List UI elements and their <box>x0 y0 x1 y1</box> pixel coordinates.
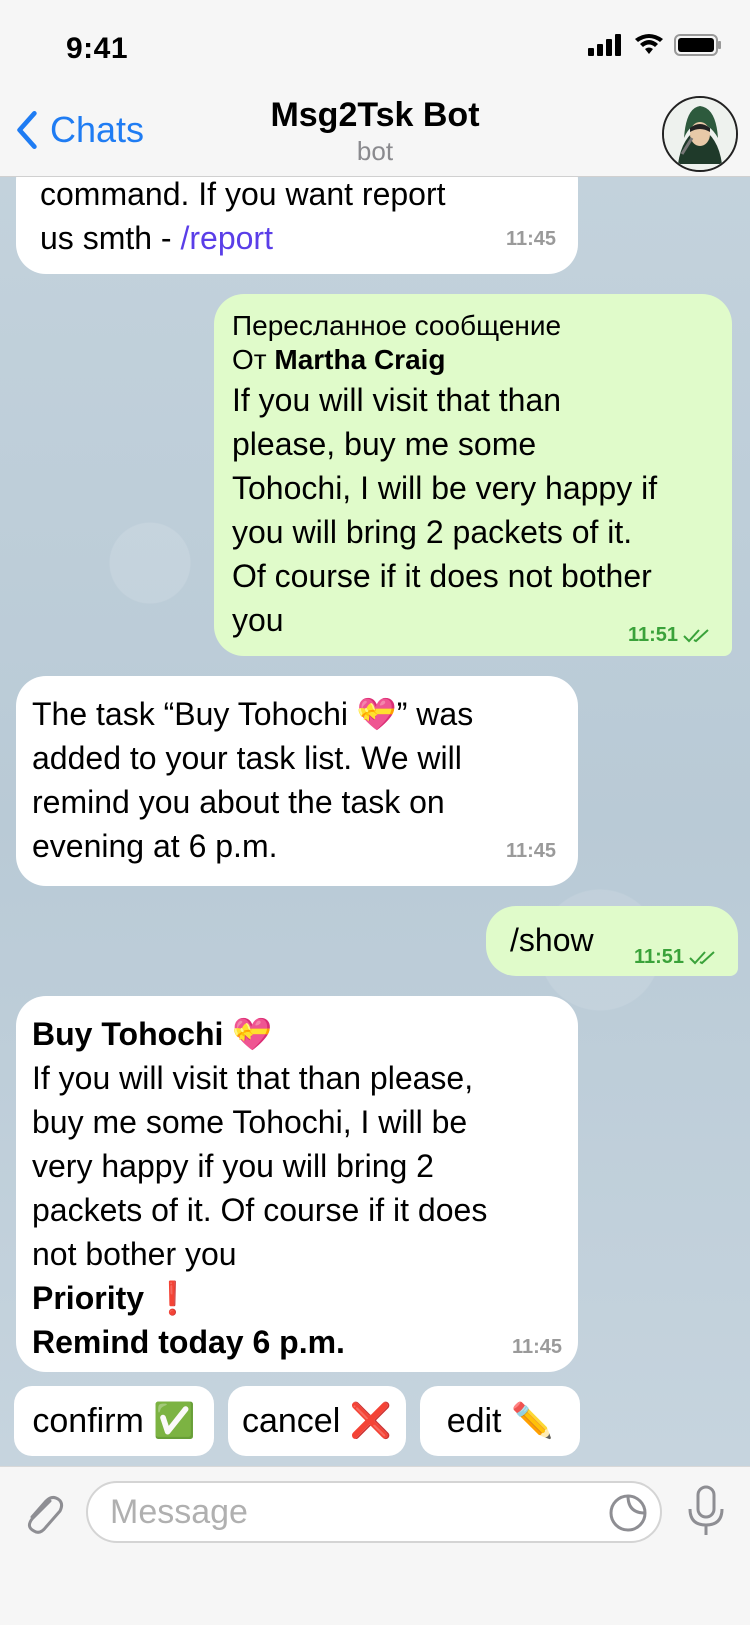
double-check-icon <box>689 950 715 964</box>
microphone-icon[interactable] <box>686 1485 726 1541</box>
message-timestamp: 11:45 <box>511 1336 562 1358</box>
battery-icon <box>674 34 721 56</box>
sticker-icon[interactable] <box>608 1493 648 1533</box>
cancel-button[interactable]: cancel ❌ <box>228 1386 406 1456</box>
message-text-line: you will bring 2 packets of it. <box>232 514 633 550</box>
incoming-message: The task “Buy Tohochi 💝” was added to yo… <box>16 676 578 886</box>
message-placeholder: Message <box>110 1492 248 1531</box>
message-text-line: us smth - /report <box>40 216 273 260</box>
message-text-line: please, buy me some <box>232 426 537 462</box>
double-check-icon <box>683 628 709 642</box>
signal-icon <box>588 34 621 56</box>
message-text-line: not bother you <box>32 1236 237 1272</box>
outgoing-forwarded-message: Пересланное сообщение От Martha Craig If… <box>214 294 732 656</box>
confirm-button[interactable]: confirm ✅ <box>14 1386 214 1456</box>
message-input-bar: Message <box>0 1466 750 1625</box>
task-reminder: Remind today 6 p.m. <box>32 1324 345 1360</box>
edit-button[interactable]: edit ✏️ <box>420 1386 580 1456</box>
chat-title: Msg2Tsk Bot <box>270 96 480 134</box>
from-prefix: От <box>232 344 275 375</box>
message-text-line: buy me some Tohochi, I will be <box>32 1104 468 1140</box>
message-text: command. If you want report <box>40 176 446 212</box>
message-input[interactable]: Message <box>86 1481 662 1543</box>
message-timestamp-read: 11:51 <box>628 624 712 647</box>
message-timestamp: 11:45 <box>505 840 556 862</box>
chat-subtitle: bot <box>356 136 394 166</box>
message-timestamp-read: 11:51 <box>634 946 718 969</box>
task-priority: Priority ❗ <box>32 1280 193 1316</box>
message-timestamp: 11:51 <box>627 624 678 646</box>
forward-sender-name[interactable]: Martha Craig <box>274 344 445 375</box>
report-command-link[interactable]: /report <box>180 220 272 256</box>
status-icons <box>588 34 722 56</box>
task-card-message: Buy Tohochi 💝 If you will visit that tha… <box>16 996 578 1372</box>
outgoing-message: /show 11:51 <box>486 906 738 976</box>
message-text-line: added to your task list. We will <box>32 740 462 776</box>
avatar-image <box>664 98 736 170</box>
message-text-line: Tohochi, I will be very happy if <box>232 470 658 506</box>
message-timestamp: 11:51 <box>633 946 684 968</box>
message-text-line: The task “Buy Tohochi 💝” was <box>32 696 474 732</box>
message-text-line: evening at 6 p.m. <box>32 828 278 864</box>
message-text-line: packets of it. Of course if it does <box>32 1192 488 1228</box>
message-text: us smth - <box>40 220 181 256</box>
message-text: /show <box>510 922 594 958</box>
wifi-icon <box>635 34 663 54</box>
message-text-line: If you will visit that than please, <box>32 1060 474 1096</box>
forward-header: Пересланное сообщение <box>232 310 562 341</box>
message-text-line: Of course if it does not bother <box>232 558 652 594</box>
bot-avatar[interactable] <box>662 96 738 172</box>
message-timestamp: 11:45 <box>505 228 556 250</box>
attachment-icon[interactable] <box>20 1489 64 1537</box>
message-text-line: you <box>232 602 284 638</box>
message-text-line: very happy if you will bring 2 <box>32 1148 434 1184</box>
task-title: Buy Tohochi 💝 <box>32 1016 273 1052</box>
navigation-header: 9:41 Chats Msg2Tsk Bot bot <box>0 0 750 177</box>
message-text-line: If you will visit that than <box>232 382 562 418</box>
status-time: 9:41 <box>66 32 129 65</box>
message-text-line: remind you about the task on <box>32 784 445 820</box>
forward-source: От Martha Craig <box>232 342 446 378</box>
